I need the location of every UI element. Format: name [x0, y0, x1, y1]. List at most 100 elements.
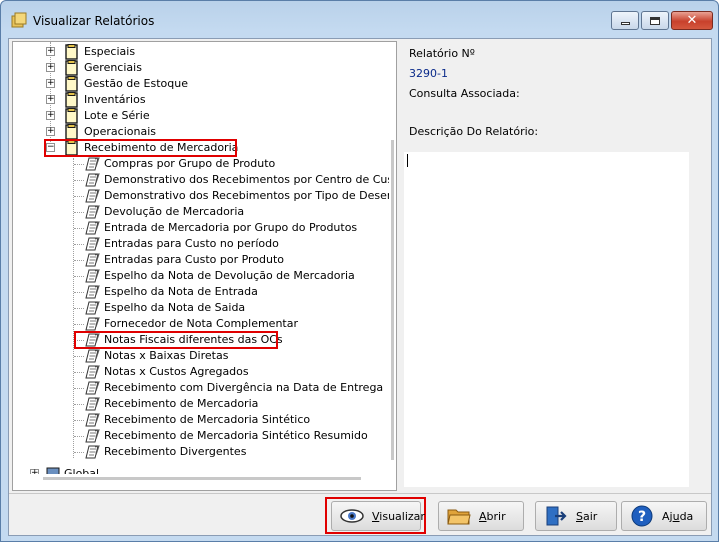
report-document-icon — [85, 396, 101, 412]
report-document-icon — [85, 268, 101, 284]
tree-node-label: Lote e Série — [84, 109, 150, 122]
title-bar[interactable]: Visualizar Relatórios ✕ — [1, 1, 718, 39]
tree-node-label: Gerenciais — [84, 61, 142, 74]
client-area: + Especiais + Gerenciais + Gestão de Estoque +… — [8, 38, 712, 536]
tree-folder-node[interactable]: + Gerenciais — [13, 60, 383, 76]
report-document-icon — [85, 428, 101, 444]
report-document-icon — [85, 188, 101, 204]
tree-folder-node[interactable]: + Gestão de Estoque — [13, 76, 383, 92]
expand-icon[interactable]: + — [46, 127, 55, 136]
tree-folder-node[interactable]: + Inventários — [13, 92, 383, 108]
tree-vertical-scrollbar[interactable] — [390, 42, 396, 490]
tree-folder-node[interactable]: + Especiais — [13, 44, 383, 60]
report-number-label: Relatório Nº — [409, 47, 475, 60]
open-folder-icon — [447, 505, 471, 527]
help-button[interactable]: ? Ajuda — [621, 501, 707, 531]
folder-icon — [65, 60, 78, 76]
tree-node-label: Espelho da Nota de Devolução de Mercador… — [104, 269, 355, 282]
open-button-label: Abrir — [479, 509, 506, 523]
tree-node-label: Inventários — [84, 93, 146, 106]
tree-node-label: Espelho da Nota de Saida — [104, 301, 246, 314]
tree-report-node[interactable]: Demonstrativo dos Recebimentos por Tipo … — [13, 188, 389, 204]
view-button[interactable]: Visualizar — [331, 501, 425, 531]
description-label: Descrição Do Relatório: — [409, 125, 539, 138]
query-label: Consulta Associada: — [409, 87, 520, 100]
tree-node-label: Recebimento Divergentes — [104, 445, 247, 458]
tree-report-node[interactable]: Entrada de Mercadoria por Grupo do Produ… — [13, 220, 389, 236]
report-document-icon — [85, 220, 101, 236]
text-caret — [407, 154, 408, 167]
tree-report-node[interactable]: Entradas para Custo por Produto — [13, 252, 389, 268]
tree-report-node[interactable]: Fornecedor de Nota Complementar — [13, 316, 389, 332]
tree-report-node[interactable]: Notas x Custos Agregados — [13, 364, 389, 380]
tree-node-label: Entradas para Custo por Produto — [104, 253, 285, 266]
minimize-button[interactable] — [611, 11, 639, 30]
tree-node-label: Entradas para Custo no período — [104, 237, 279, 250]
expand-icon[interactable]: + — [46, 111, 55, 120]
close-button[interactable]: ✕ — [671, 11, 713, 30]
tree-node-label: Recebimento de Mercadoria Sintético Resu… — [104, 429, 368, 442]
tree-node-label: Espelho da Nota de Entrada — [104, 285, 258, 298]
open-button[interactable]: Abrir — [438, 501, 524, 531]
report-document-icon — [85, 300, 101, 316]
report-document-icon — [85, 156, 101, 172]
tree-report-node[interactable]: Recebimento com Divergência na Data de E… — [13, 380, 389, 396]
minimize-icon — [620, 22, 630, 25]
report-tree[interactable]: + Especiais + Gerenciais + Gestão de Estoque +… — [12, 41, 397, 491]
tree-report-node[interactable]: Entradas para Custo no período — [13, 236, 389, 252]
separator — [9, 493, 711, 494]
tree-report-node[interactable]: Recebimento de Mercadoria Sintético Resu… — [13, 428, 389, 444]
report-info-panel: Relatório Nº 3290-1 Consulta Associada: … — [401, 41, 710, 491]
exit-button[interactable]: Sair — [535, 501, 617, 531]
report-viewer-window: Visualizar Relatórios ✕ + Especiais + Geren… — [0, 0, 719, 542]
tree-report-node[interactable]: Espelho da Nota de Devolução de Mercador… — [13, 268, 389, 284]
tree-report-node[interactable]: Compras por Grupo de Produto — [13, 156, 389, 172]
window-title: Visualizar Relatórios — [33, 14, 155, 28]
tree-report-node[interactable]: Demonstrativo dos Recebimentos por Centr… — [13, 172, 389, 188]
tree-report-node[interactable]: Espelho da Nota de Entrada — [13, 284, 389, 300]
tree-node-label: Recebimento de Mercadoria Sintético — [104, 413, 311, 426]
tree-node-label: Demonstrativo dos Recebimentos por Centr… — [104, 173, 389, 186]
report-document-icon — [85, 444, 101, 460]
tree-node-label: Compras por Grupo de Produto — [104, 157, 276, 170]
tree-node-label: Devolução de Mercadoria — [104, 205, 245, 218]
tree-report-node[interactable]: Recebimento Divergentes — [13, 444, 389, 460]
report-document-icon — [85, 316, 101, 332]
folder-icon — [65, 76, 78, 92]
tree-report-node[interactable]: Notas x Baixas Diretas — [13, 348, 389, 364]
scroll-thumb[interactable] — [391, 140, 394, 460]
folder-icon — [65, 124, 78, 140]
expand-icon[interactable]: + — [46, 47, 55, 56]
svg-text:?: ? — [638, 509, 646, 525]
folder-icon — [65, 44, 78, 60]
tree-report-node[interactable]: Recebimento de Mercadoria Sintético — [13, 412, 389, 428]
help-button-label: Ajuda — [662, 509, 694, 523]
tree-folder-node[interactable]: + Lote e Série — [13, 108, 383, 124]
tree-report-node[interactable]: Devolução de Mercadoria — [13, 204, 389, 220]
help-question-icon: ? — [630, 505, 654, 527]
report-document-icon — [85, 236, 101, 252]
report-document-icon — [85, 204, 101, 220]
tree-node-label: Operacionais — [84, 125, 157, 138]
expand-icon[interactable]: + — [46, 63, 55, 72]
tree-node-label: Notas x Custos Agregados — [104, 365, 249, 378]
expand-icon[interactable]: + — [46, 95, 55, 104]
report-document-icon — [85, 380, 101, 396]
expand-icon[interactable]: + — [46, 79, 55, 88]
tree-folder-node[interactable]: + Operacionais — [13, 124, 383, 140]
highlight-box — [44, 139, 237, 157]
tree-node-label: Fornecedor de Nota Complementar — [104, 317, 298, 330]
tree-node-label: Recebimento com Divergência na Data de E… — [104, 381, 384, 394]
tree-node-label: Especiais — [84, 45, 136, 58]
report-document-icon — [85, 412, 101, 428]
maximize-button[interactable] — [641, 11, 669, 30]
scroll-thumb[interactable] — [43, 477, 361, 480]
tree-report-node[interactable]: Espelho da Nota de Saida — [13, 300, 389, 316]
tree-report-node[interactable]: Recebimento de Mercadoria — [13, 396, 389, 412]
description-textarea[interactable] — [404, 152, 689, 487]
tree-node-label: Recebimento de Mercadoria — [104, 397, 259, 410]
tree-horizontal-scrollbar[interactable] — [13, 474, 390, 482]
maximize-icon — [650, 16, 660, 25]
eye-icon — [340, 505, 364, 527]
view-button-label: Visualizar — [372, 509, 425, 523]
